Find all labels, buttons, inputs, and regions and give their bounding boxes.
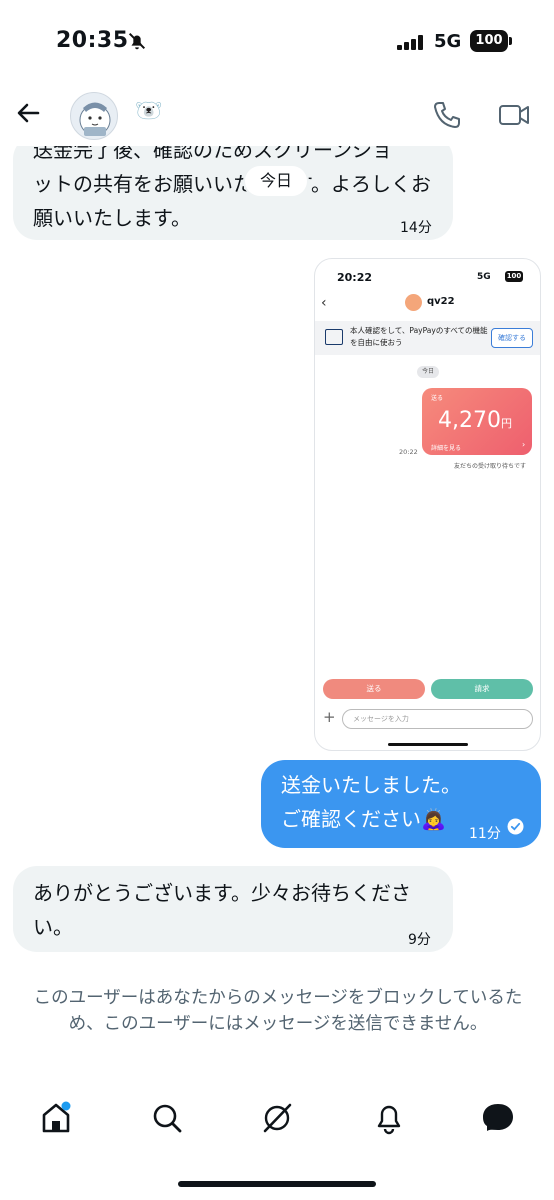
notifications-icon[interactable] <box>371 1100 407 1136</box>
screenshot-send-button: 送る <box>323 679 425 699</box>
screenshot-card-label: 送る <box>431 395 444 402</box>
status-time: 20:35 <box>56 28 129 53</box>
screenshot-detail-link: 詳細を見る <box>431 445 462 452</box>
screenshot-verify-banner: 本人確認をして、PayPayのすべての機能を自由に使おう 確認する <box>315 321 540 355</box>
back-arrow-icon[interactable] <box>12 96 46 130</box>
id-card-icon <box>325 329 343 345</box>
search-icon[interactable] <box>149 1100 185 1136</box>
home-indicator <box>178 1181 376 1187</box>
message-time: 11分 <box>469 826 501 842</box>
tab-bar <box>0 1088 554 1148</box>
date-chip: 今日 <box>245 166 307 196</box>
screenshot-avatar <box>405 294 422 311</box>
bell-off-icon <box>128 32 146 50</box>
screenshot-plus-icon: + <box>323 708 336 726</box>
message-bubble-outgoing[interactable]: 送金いたしました。 ご確認ください🙇‍♀️ 11分 <box>261 760 541 848</box>
status-bar: 20:35 5G 100 <box>0 0 554 84</box>
message-text: 願いいたします。 <box>33 206 191 230</box>
screenshot-verify-button: 確認する <box>491 328 533 348</box>
video-call-icon[interactable] <box>497 98 531 132</box>
messages-icon[interactable] <box>480 1100 516 1136</box>
message-text: い。 <box>33 915 73 939</box>
network-type: 5G <box>434 31 462 52</box>
block-notice: このユーザーはあなたからのメッセージをブロックしているため、このユーザーにはメッ… <box>33 988 523 1034</box>
screenshot-battery: 100 <box>505 271 523 282</box>
grok-icon[interactable] <box>259 1100 295 1136</box>
message-bubble-incoming[interactable]: 送金完了後、確認のためスクリーンショ ットの共有をお願いいたします。よろしくお … <box>13 135 453 240</box>
screenshot-amount: 4,270円 <box>438 408 512 433</box>
avatar[interactable] <box>70 92 118 140</box>
home-icon[interactable] <box>38 1100 74 1136</box>
screenshot-date-chip: 今日 <box>417 366 439 378</box>
chat-header: 🐻‍❄️ <box>0 84 554 146</box>
message-bubble-incoming[interactable]: ありがとうございます。少々お待ちくださ い。 9分 <box>13 866 453 952</box>
message-time: 9分 <box>408 932 431 948</box>
screenshot-contact-name: qv22 <box>427 296 455 307</box>
bowing-emoji: 🙇‍♀️ <box>421 807 446 831</box>
phone-icon[interactable] <box>430 98 464 132</box>
message-text: ご確認ください🙇‍♀️ <box>281 807 446 831</box>
screenshot-banner-text: 本人確認をして、PayPayのすべての機能を自由に使おう <box>350 326 488 347</box>
screenshot-back-icon: ‹ <box>321 295 327 311</box>
battery-icon: 100 <box>470 30 508 52</box>
message-text: 送金いたしました。 <box>281 773 461 797</box>
payment-screenshot-image[interactable]: 20:22 5G 100 ‹ qv22 本人確認をして、PayPayのすべての機… <box>314 258 541 751</box>
message-time: 14分 <box>400 220 432 236</box>
message-text: ットの共有をお願いいたします。よろしくお <box>33 172 431 196</box>
screenshot-request-button: 請求 <box>431 679 533 699</box>
screenshot-payment-card: 送る 4,270円 詳細を見る › <box>422 388 532 455</box>
screenshot-status-text: 友だちの受け取り待ちです <box>454 463 527 470</box>
check-circle-icon <box>507 818 524 835</box>
screenshot-status-time: 20:22 <box>337 271 373 284</box>
screenshot-message-input: メッセージを入力 <box>342 709 533 729</box>
screenshot-sent-time: 20:22 <box>399 448 418 456</box>
display-name-emoji[interactable]: 🐻‍❄️ <box>135 99 162 124</box>
chevron-right-icon: › <box>522 440 526 449</box>
screenshot-network: 5G <box>477 272 491 282</box>
signal-icon <box>397 34 427 50</box>
message-text: ありがとうございます。少々お待ちくださ <box>33 881 411 905</box>
